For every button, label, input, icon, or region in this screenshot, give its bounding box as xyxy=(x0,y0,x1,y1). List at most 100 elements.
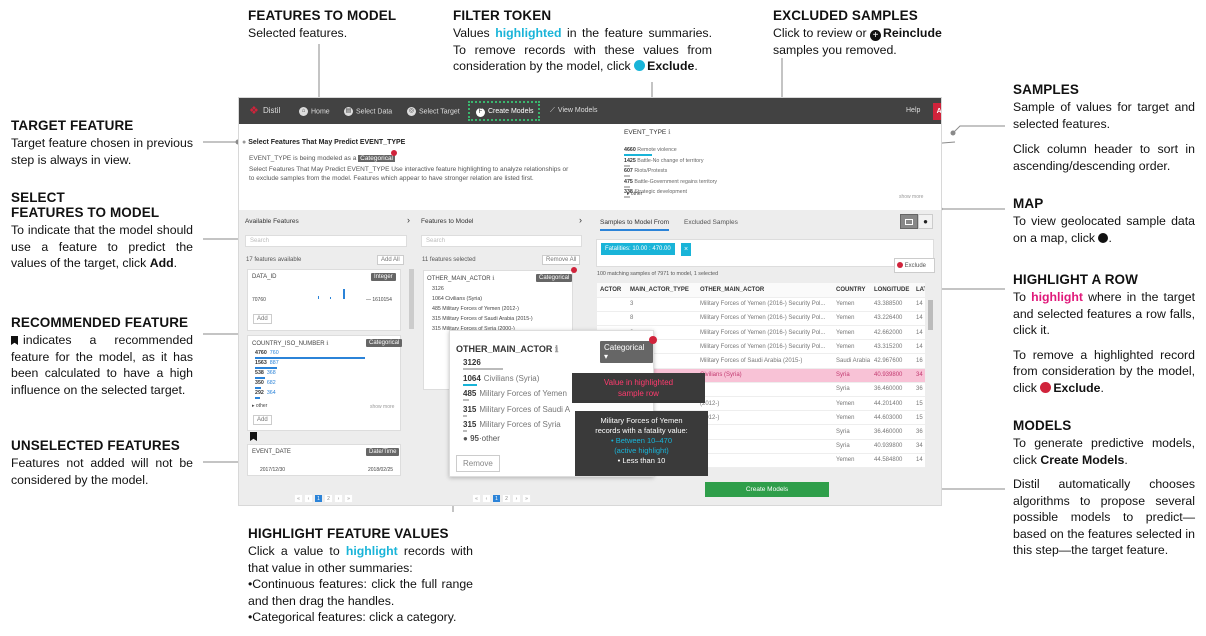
bookmark-icon xyxy=(250,432,257,441)
create-models-button[interactable]: Create Models xyxy=(705,482,829,497)
feature-type-tag[interactable]: Categorical xyxy=(366,339,403,347)
annotation-highlight-values: HIGHLIGHT FEATURE VALUES Click a value t… xyxy=(248,526,473,626)
table-row[interactable]: 3 Military Forces of Yemen (2016-) Securi… xyxy=(597,297,925,312)
abort-button[interactable]: Abort xyxy=(933,103,941,120)
remove-token-icon[interactable]: × xyxy=(681,243,691,256)
category-row[interactable]: 3126 xyxy=(463,358,484,367)
selected-pager[interactable]: «‹ 1 2 ›» xyxy=(472,487,532,505)
column-header[interactable]: MAIN_ACTOR_TYPE xyxy=(627,283,697,298)
page-button[interactable]: ‹ xyxy=(304,494,313,503)
distil-logo-icon: ❖ xyxy=(249,105,259,117)
tab-excluded-samples[interactable]: Excluded Samples xyxy=(684,219,738,226)
category-row[interactable]: 607 Riots/Protests xyxy=(624,168,667,174)
collapse-chevron-icon[interactable]: › xyxy=(407,215,410,225)
available-pager[interactable]: «‹ 1 2 ›» xyxy=(294,487,354,505)
nav-select-target[interactable]: ◎ Select Target xyxy=(407,107,460,116)
range-max: — 1610154 xyxy=(366,297,392,303)
category-row[interactable]: 1425 Battle-No change of territory xyxy=(624,158,704,164)
page-button[interactable]: › xyxy=(334,494,343,503)
annotation-title: FEATURES TO MODEL xyxy=(11,205,160,220)
bookmark-icon xyxy=(11,336,18,345)
column-header[interactable]: COUNTRY xyxy=(833,283,871,298)
category-row[interactable]: 538 368 xyxy=(255,370,276,376)
category-row[interactable]: 4660 Remote violence xyxy=(624,147,677,153)
home-icon: ⌂ xyxy=(299,107,308,116)
category-row[interactable]: 475 Battle-Government regains territory xyxy=(624,179,717,185)
category-bar xyxy=(624,154,652,156)
tab-samples-to-model[interactable]: Samples to Model From xyxy=(600,219,669,231)
page-button[interactable]: « xyxy=(294,494,303,503)
feature-type-tag[interactable]: Categorical ▾ xyxy=(600,341,653,363)
feature-type-tag[interactable]: Date/Time xyxy=(366,448,400,456)
nav-select-data[interactable]: ▤ Select Data xyxy=(344,107,392,116)
page-button[interactable]: 1 xyxy=(492,494,501,503)
scrollbar[interactable] xyxy=(409,269,414,329)
show-more-link[interactable]: show more xyxy=(899,194,923,200)
add-feature-button[interactable]: Add xyxy=(253,314,272,324)
category-bar xyxy=(463,399,469,401)
table-cell: Yemen xyxy=(833,410,871,426)
remove-feature-button[interactable]: Remove xyxy=(456,455,500,472)
table-cell: Yemen xyxy=(833,297,871,312)
table-row[interactable]: 8Military Forces of Yemen (2016-) Securi… xyxy=(597,311,925,327)
page-button[interactable]: « xyxy=(472,494,481,503)
table-cell: Syria xyxy=(833,439,871,454)
show-more-link[interactable]: show more xyxy=(370,404,394,410)
column-header[interactable]: LONGITUDE xyxy=(871,283,913,298)
table-view-toggle[interactable] xyxy=(900,214,918,229)
table-cell: Military Forces of Yemen (2016-) Securit… xyxy=(697,297,833,312)
table-cell: 36 xyxy=(913,424,925,440)
page-button[interactable]: › xyxy=(512,494,521,503)
page-button[interactable]: » xyxy=(522,494,531,503)
category-row[interactable]: 485 Military Forces of Yemen (2012-) xyxy=(432,306,519,312)
table-cell: 16 xyxy=(913,353,925,369)
add-all-button[interactable]: Add All xyxy=(377,255,404,265)
category-row[interactable]: 485 Military Forces of Yemen xyxy=(463,389,567,398)
nav-view-models[interactable]: ⟋ View Models xyxy=(550,107,597,115)
table-cell: 34 xyxy=(913,439,925,454)
page-button[interactable]: 2 xyxy=(324,494,333,503)
category-row[interactable]: 315 Military Forces of Saudi A xyxy=(463,405,570,414)
other-category[interactable]: ▸ other xyxy=(252,403,267,409)
category-row[interactable]: 350 682 xyxy=(255,380,276,386)
other-category[interactable]: ▸ other xyxy=(627,191,642,197)
category-row[interactable]: 315 Military Forces of Saudi Arabia (201… xyxy=(432,316,533,322)
feature-type-tag[interactable]: Categorical xyxy=(536,274,573,282)
table-cell: 44.201400 xyxy=(871,396,913,412)
category-row[interactable]: 4760 760 xyxy=(255,350,279,356)
page-button[interactable]: ‹ xyxy=(482,494,491,503)
page-button[interactable]: » xyxy=(344,494,353,503)
page-button[interactable]: 2 xyxy=(502,494,511,503)
exclude-button[interactable]: Exclude xyxy=(894,258,935,273)
column-header[interactable]: LATI xyxy=(913,283,925,298)
filter-token: Fatalities: 10.00 : 470.00 xyxy=(601,243,675,255)
other-category[interactable]: ● 95·other xyxy=(463,434,500,443)
filter-token-bar: Fatalities: 10.00 : 470.00 × xyxy=(596,239,934,267)
globe-icon[interactable]: ● xyxy=(918,214,933,229)
collapse-chevron-icon[interactable]: › xyxy=(579,215,582,225)
available-features-title: Available Features xyxy=(245,218,299,225)
scrollbar[interactable] xyxy=(928,300,933,330)
feature-name: COUNTRY_ISO_NUMBER ℹ xyxy=(252,341,329,347)
table-cell: Yemen xyxy=(833,453,871,468)
category-row[interactable]: 1064 Civilians (Syria) xyxy=(432,296,482,302)
remove-all-button[interactable]: Remove All xyxy=(542,255,581,265)
column-header[interactable]: ACTOR xyxy=(597,283,627,298)
available-search-input[interactable]: Search xyxy=(245,235,407,247)
category-row[interactable]: 315 Military Forces of Syria xyxy=(463,420,561,429)
nav-home[interactable]: ⌂ Home xyxy=(299,107,330,116)
table-cell: (2012-) xyxy=(697,410,833,426)
feature-type-tag[interactable]: Integer xyxy=(371,273,396,281)
annotation-unselected: UNSELECTED FEATURES Features not added w… xyxy=(11,438,193,488)
table-cell: Yemen xyxy=(833,396,871,412)
category-row[interactable]: 1563 887 xyxy=(255,360,279,366)
category-row[interactable]: 3126 xyxy=(432,286,444,292)
selected-search-input[interactable]: Search xyxy=(421,235,582,247)
column-header[interactable]: OTHER_MAIN_ACTOR xyxy=(697,283,833,298)
page-button[interactable]: 1 xyxy=(314,494,323,503)
category-row[interactable]: 292 364 xyxy=(255,390,276,396)
add-feature-button[interactable]: Add xyxy=(253,415,272,425)
category-row[interactable]: 1064 Civilians (Syria) xyxy=(463,374,539,383)
help-link[interactable]: Help xyxy=(906,107,920,114)
nav-create-models[interactable]: F Create Models xyxy=(468,101,540,121)
